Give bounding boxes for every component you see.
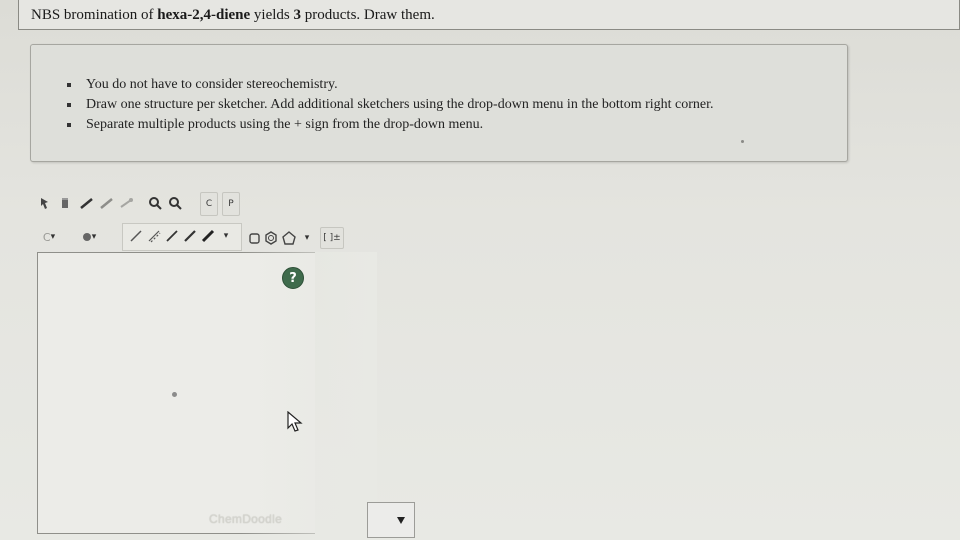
chevron-down-icon: ▾ xyxy=(50,232,56,242)
chemdoodle-brand: ChemDoodle xyxy=(209,512,283,526)
single-bond-icon[interactable] xyxy=(127,227,145,245)
canvas-atom-dot xyxy=(172,392,177,397)
lasso-icon[interactable] xyxy=(36,194,54,212)
chevron-down-icon: ▾ xyxy=(91,232,97,242)
bracket-button[interactable]: [ ]± xyxy=(320,227,344,249)
element-select[interactable]: C ▾ xyxy=(40,228,58,246)
help-button[interactable]: ? xyxy=(282,267,304,289)
sketcher-toolbar-bottom: C ▾ ▾ ▾ ▾ [ ]± xyxy=(34,223,354,252)
triangle-down-icon xyxy=(397,517,405,524)
element-p-label: P xyxy=(228,199,234,209)
question-count: 3 xyxy=(293,7,302,23)
question-compound: hexa-2,4-diene xyxy=(157,7,251,23)
element-select-label: C xyxy=(42,230,51,244)
bond-tools-group: ▾ xyxy=(122,223,242,251)
zoom-in-icon[interactable] xyxy=(146,194,164,212)
ring-menu-chevron-icon[interactable]: ▾ xyxy=(298,229,316,247)
erase-icon[interactable] xyxy=(56,194,74,212)
question-text: NBS bromination of hexa-2,4-diene yields… xyxy=(18,0,960,30)
instruction-item: You do not have to consider stereochemis… xyxy=(67,75,714,95)
wedge-bond-icon[interactable] xyxy=(163,227,181,245)
pen-icon[interactable] xyxy=(78,194,96,212)
zoom-out-icon[interactable] xyxy=(166,194,184,212)
bold-bond-icon[interactable] xyxy=(199,227,217,245)
question-suffix: products. Draw them. xyxy=(301,7,435,23)
bond-menu-chevron-icon[interactable]: ▾ xyxy=(217,227,235,245)
mouse-pointer-icon xyxy=(287,410,303,438)
instruction-item: Separate multiple products using the + s… xyxy=(67,115,714,135)
instruction-item: Draw one structure per sketcher. Add add… xyxy=(67,95,714,115)
element-c-label: C xyxy=(205,199,213,209)
question-prefix: NBS bromination of xyxy=(31,7,158,23)
benzene-icon[interactable] xyxy=(262,229,280,247)
sketcher-toolbar-top: C P xyxy=(34,190,254,216)
sketcher-dropdown[interactable] xyxy=(367,502,415,538)
bracket-label: [ ]± xyxy=(323,233,341,243)
arrow-light-icon[interactable] xyxy=(118,194,136,212)
question-circle-icon: ? xyxy=(289,270,297,286)
pen-light-icon[interactable] xyxy=(98,194,116,212)
instructions-list: You do not have to consider stereochemis… xyxy=(67,75,714,135)
instructions-panel: You do not have to consider stereochemis… xyxy=(30,44,848,162)
decorative-dot xyxy=(741,140,744,143)
element-periodic-button[interactable]: C xyxy=(200,192,218,216)
cyclopentane-icon[interactable] xyxy=(280,229,298,247)
double-bond-icon[interactable] xyxy=(145,227,163,245)
periodic-table-button[interactable]: P xyxy=(222,192,240,216)
charge-select[interactable]: ▾ xyxy=(80,228,98,246)
triple-bond-icon[interactable] xyxy=(181,227,199,245)
question-middle: yields xyxy=(250,7,294,23)
